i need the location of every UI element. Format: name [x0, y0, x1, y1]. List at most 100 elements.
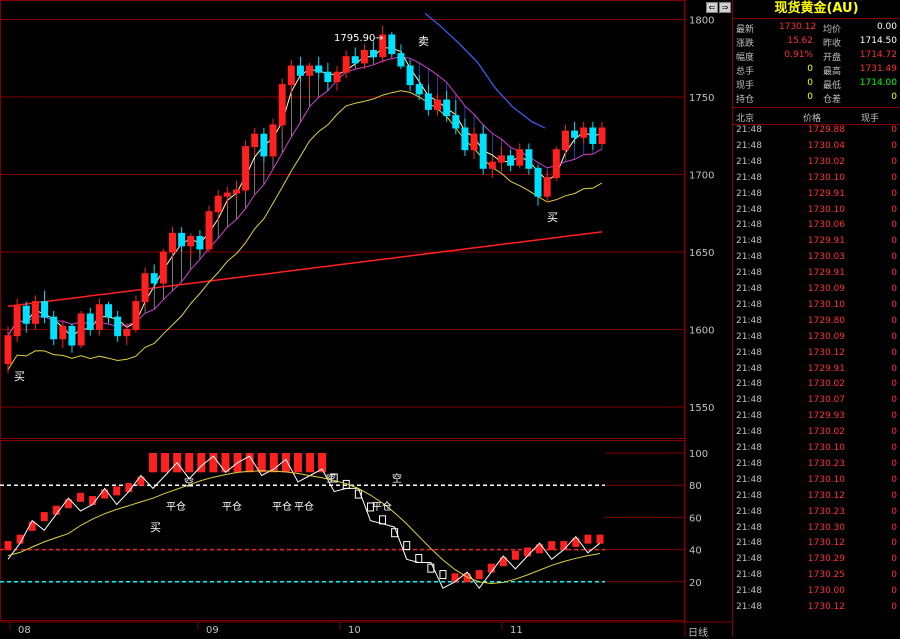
- tick-price: 1730.00: [807, 586, 845, 597]
- osc-d-line: [7, 470, 601, 585]
- tick-volume: 0: [891, 554, 897, 565]
- candle-body: [196, 236, 204, 250]
- tick-volume: 0: [891, 522, 897, 533]
- prev-instrument-button[interactable]: ⇐: [706, 2, 718, 13]
- osc-bar: [439, 570, 447, 580]
- candle-body: [205, 211, 213, 250]
- peak-arrow-icon: →: [375, 33, 384, 44]
- tick-row: 21:48 1729.91 0: [733, 364, 900, 380]
- tick-row: 21:48 1730.12 0: [733, 538, 900, 554]
- amplitude-label: 幅度: [736, 53, 755, 63]
- candle-body: [406, 65, 414, 86]
- buy-signal-label-2: 买: [547, 211, 558, 224]
- tick-volume: 0: [891, 427, 897, 438]
- price-tick-label: 1650: [689, 248, 714, 259]
- candle-body: [95, 304, 103, 331]
- osc-bar: [487, 563, 495, 573]
- tick-price: 1730.23: [807, 506, 845, 517]
- tick-price: 1730.25: [807, 570, 845, 581]
- osc-bar: [28, 521, 36, 531]
- tick-price: 1730.12: [807, 490, 845, 501]
- tick-price: 1729.91: [807, 188, 845, 199]
- candle-body: [68, 325, 76, 346]
- tick-time: 21:48: [736, 506, 762, 517]
- instrument-title: 现货黄金(AU): [733, 0, 900, 19]
- total-label: 总手: [736, 67, 755, 77]
- amplitude-value: 0.91%: [784, 50, 813, 60]
- osc-bar: [584, 534, 592, 544]
- tick-price: 1730.09: [807, 284, 845, 294]
- tick-row: 21:48 1730.09 0: [733, 284, 900, 300]
- arrow-left-icon: ⇐: [708, 3, 716, 12]
- candle-body: [589, 127, 597, 144]
- osc-overbought-bar: [148, 453, 157, 473]
- tick-price: 1730.10: [807, 299, 845, 310]
- candle-body: [306, 65, 314, 76]
- sell-signal-label: 卖: [418, 35, 429, 48]
- tick-volume: 0: [891, 331, 897, 342]
- tick-price: 1729.80: [807, 315, 845, 326]
- tick-time: 21:48: [736, 538, 762, 549]
- latest-label: 最新: [736, 25, 755, 35]
- osc-buy-label: 买: [150, 521, 161, 534]
- candle-body: [123, 329, 131, 337]
- candle-body: [187, 236, 195, 247]
- osc-overbought-bar: [257, 453, 266, 473]
- tick-time: 21:48: [736, 411, 762, 422]
- prev-close-label: 昨收: [823, 39, 842, 49]
- tick-volume: 0: [891, 156, 897, 167]
- candle-body: [333, 71, 341, 82]
- ma-fast-line: [7, 46, 603, 338]
- candle-body: [434, 99, 442, 110]
- candle-body: [507, 155, 515, 166]
- tick-price: 1730.02: [807, 427, 845, 438]
- tick-time: 21:48: [736, 315, 762, 326]
- tick-row: 21:48 1730.03 0: [733, 252, 900, 268]
- quote-panel: ⇐ ⇒ 现货黄金(AU) 最新 1730.12 均价 0.00 涨跌 15.62…: [706, 0, 900, 637]
- price-tick-label: 1750: [689, 93, 714, 104]
- candle-body: [278, 84, 286, 126]
- date-label: 10: [348, 625, 361, 636]
- price-panel-frame: [0, 0, 685, 439]
- tick-row: 21:48 1730.07 0: [733, 395, 900, 411]
- candle-body: [287, 65, 295, 86]
- tick-time: 21:48: [736, 156, 762, 167]
- osc-overbought-bar: [293, 453, 302, 473]
- ma-slow-line: [7, 56, 603, 336]
- kline-chart[interactable]: 1800 1750 1700 1650 1600 1550 100 80 60 40 20 08 09 1…: [0, 0, 732, 637]
- tick-price: 1730.07: [807, 395, 845, 406]
- candle-body: [543, 177, 551, 197]
- tick-row: 21:48 1730.06 0: [733, 220, 900, 236]
- osc-k-line: [7, 455, 601, 590]
- osc-empty-label-3: 空: [392, 474, 402, 485]
- tick-volume: 0: [891, 347, 897, 358]
- tick-row: 21:48 1730.10 0: [733, 205, 900, 221]
- candle-body: [296, 65, 304, 76]
- osc-bar: [596, 534, 604, 544]
- osc-bar: [52, 505, 60, 515]
- tick-row: 21:48 1730.12 0: [733, 348, 900, 364]
- osc-bar: [524, 547, 532, 557]
- candle-body: [571, 130, 579, 138]
- ma-long-line: [7, 231, 603, 308]
- tick-price: 1730.10: [807, 204, 845, 215]
- tick-row: 21:48 1730.10 0: [733, 173, 900, 189]
- tick-row: 21:48 1730.10 0: [733, 300, 900, 316]
- candle-body: [516, 149, 524, 166]
- ticks-header-time: 北京: [736, 114, 755, 124]
- hold-label: 持仓: [736, 95, 755, 105]
- osc-bar: [4, 541, 12, 551]
- osc-bar: [40, 512, 48, 522]
- tick-row: 21:48 1730.30 0: [733, 523, 900, 539]
- osc-empty-label-1: 空: [184, 478, 194, 489]
- next-instrument-button[interactable]: ⇒: [719, 2, 731, 13]
- osc-bar: [427, 563, 435, 573]
- tick-time: 21:48: [736, 363, 762, 374]
- candle-body: [461, 127, 469, 151]
- kline-chart-area[interactable]: 1800 1750 1700 1650 1600 1550 100 80 60 40 20 08 09 1…: [0, 0, 732, 639]
- tick-volume: 0: [891, 570, 897, 581]
- tick-time: 21:48: [736, 220, 762, 231]
- buy-signal-label-1: 买: [14, 370, 25, 383]
- tick-volume: 0: [891, 172, 897, 183]
- tick-price: 1730.12: [807, 602, 845, 612]
